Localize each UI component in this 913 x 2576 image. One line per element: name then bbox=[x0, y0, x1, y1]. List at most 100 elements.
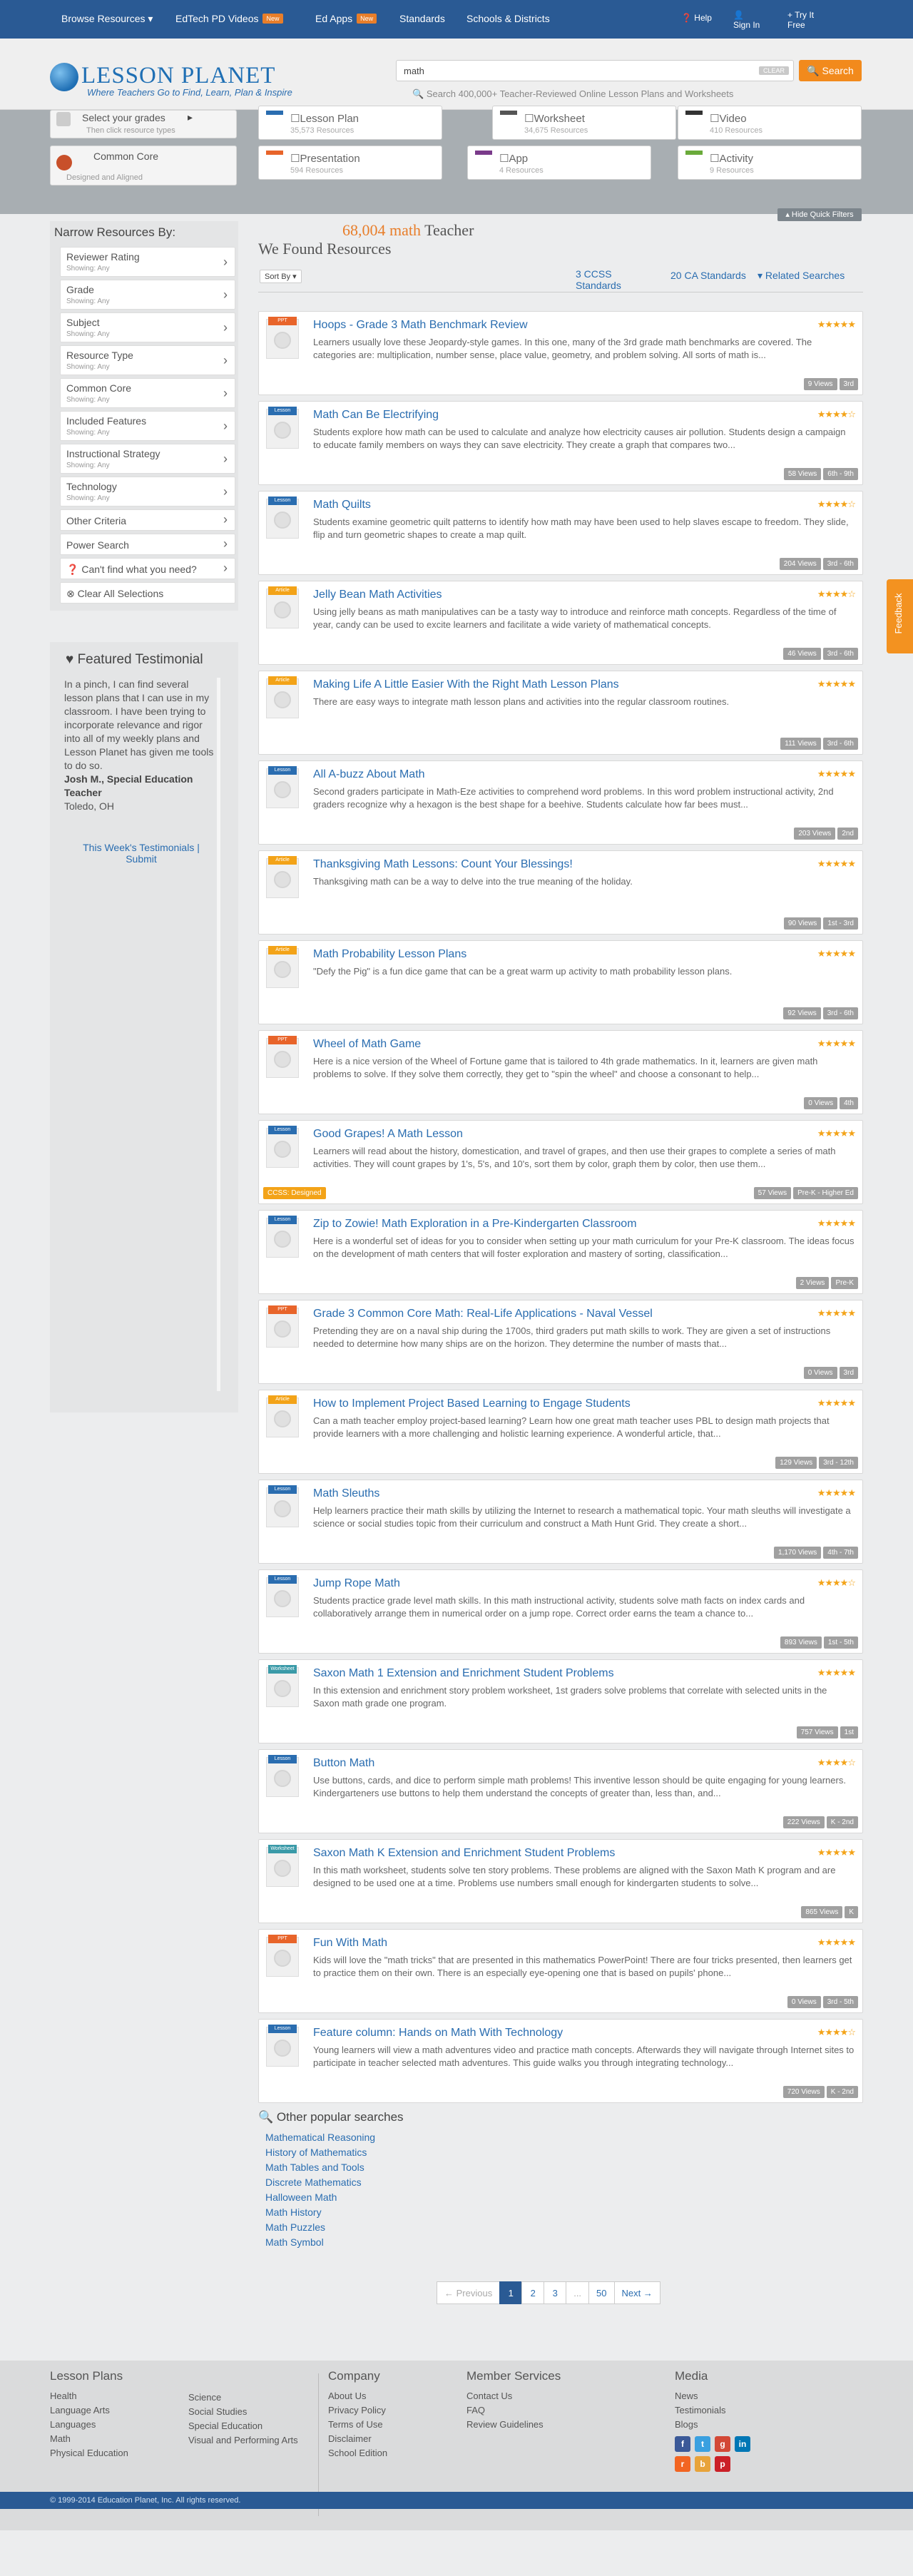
resource-thumbnail[interactable]: Article bbox=[266, 676, 299, 718]
resource-title[interactable]: Jump Rope Math bbox=[313, 1577, 400, 1590]
submit-testimonial-link[interactable]: Submit bbox=[64, 853, 218, 865]
google-plus-icon[interactable]: g bbox=[715, 2436, 730, 2452]
ed-apps-link[interactable]: Ed Apps New bbox=[315, 13, 377, 24]
footer-link[interactable]: Physical Education bbox=[50, 2446, 128, 2460]
footer-link[interactable]: Science bbox=[188, 2391, 298, 2405]
resource-thumbnail[interactable]: PPT bbox=[266, 1036, 299, 1078]
facet-resource-type[interactable]: Resource Type Showing: Any › bbox=[60, 345, 235, 375]
resource-title[interactable]: Grade 3 Common Core Math: Real-Life Appl… bbox=[313, 1308, 653, 1320]
standards-link[interactable]: Standards bbox=[399, 13, 445, 24]
page-3[interactable]: 3 bbox=[544, 2281, 567, 2304]
edtech-videos-link[interactable]: EdTech PD Videos New bbox=[175, 13, 283, 24]
result-card[interactable]: Article Thanksgiving Math Lessons: Count … bbox=[258, 850, 863, 935]
help-link[interactable]: ❓ Help bbox=[681, 13, 712, 23]
result-card[interactable]: Article How to Implement Project Based Le… bbox=[258, 1390, 863, 1474]
result-card[interactable]: Lesson Jump Rope Math ★★★★☆ Students practi… bbox=[258, 1569, 863, 1654]
prev-page-button[interactable]: ← Previous bbox=[437, 2281, 501, 2304]
weekly-testimonials-link[interactable]: This Week's Testimonials bbox=[83, 842, 194, 853]
footer-link[interactable]: Math bbox=[50, 2432, 128, 2446]
result-card[interactable]: PPT Fun With Math ★★★★★ Kids will love the … bbox=[258, 1929, 863, 2013]
footer-link[interactable]: Blogs bbox=[675, 2418, 755, 2432]
resource-thumbnail[interactable]: Worksheet bbox=[266, 1665, 299, 1707]
result-card[interactable]: Worksheet Saxon Math 1 Extension and Enri… bbox=[258, 1659, 863, 1743]
result-card[interactable]: Worksheet Saxon Math K Extension and Enri… bbox=[258, 1839, 863, 1923]
popular-link[interactable]: Math Symbol bbox=[258, 2235, 863, 2250]
result-card[interactable]: Article Jelly Bean Math Activities ★★★★☆ Us… bbox=[258, 581, 863, 665]
popular-link[interactable]: Math Tables and Tools bbox=[258, 2160, 863, 2175]
resource-title[interactable]: Math Probability Lesson Plans bbox=[313, 948, 466, 961]
power-search[interactable]: Power Search › bbox=[60, 534, 235, 555]
resource-thumbnail[interactable]: Lesson bbox=[266, 766, 299, 808]
pinterest-icon[interactable]: p bbox=[715, 2456, 730, 2472]
search-button[interactable]: 🔍 Search bbox=[799, 60, 862, 81]
resource-thumbnail[interactable]: Lesson bbox=[266, 1216, 299, 1258]
footer-link[interactable]: Privacy Policy bbox=[328, 2403, 387, 2418]
resource-thumbnail[interactable]: Article bbox=[266, 1395, 299, 1437]
footer-link[interactable]: Review Guidelines bbox=[466, 2418, 561, 2432]
schools-districts-link[interactable]: Schools & Districts bbox=[466, 13, 550, 24]
resource-thumbnail[interactable]: Lesson bbox=[266, 2025, 299, 2067]
result-card[interactable]: Article Making Life A Little Easier With … bbox=[258, 671, 863, 755]
resource-title[interactable]: Math Sleuths bbox=[313, 1487, 379, 1500]
checkbox-icon[interactable]: ☐ bbox=[710, 113, 719, 125]
footer-link[interactable]: About Us bbox=[328, 2389, 387, 2403]
resource-thumbnail[interactable]: PPT bbox=[266, 1305, 299, 1348]
checkbox-icon[interactable]: ☐ bbox=[290, 113, 300, 125]
result-card[interactable]: Lesson Math Can Be Electrifying ★★★★☆ Stude… bbox=[258, 401, 863, 485]
resource-thumbnail[interactable]: Lesson bbox=[266, 1575, 299, 1617]
resource-title[interactable]: Making Life A Little Easier With the Rig… bbox=[313, 678, 619, 691]
facet-included-features[interactable]: Included Features Showing: Any › bbox=[60, 411, 235, 441]
result-card[interactable]: Lesson Math Sleuths ★★★★★ Help learners pra… bbox=[258, 1480, 863, 1564]
resource-title[interactable]: Hoops - Grade 3 Math Benchmark Review bbox=[313, 319, 528, 332]
resource-title[interactable]: Button Math bbox=[313, 1757, 374, 1770]
footer-link[interactable]: FAQ bbox=[466, 2403, 561, 2418]
resource-title[interactable]: Good Grapes! A Math Lesson bbox=[313, 1128, 463, 1141]
resource-thumbnail[interactable]: PPT bbox=[266, 317, 299, 359]
resource-title[interactable]: Wheel of Math Game bbox=[313, 1038, 421, 1051]
feedback-tab[interactable]: Feedback bbox=[887, 579, 913, 653]
resource-thumbnail[interactable]: Lesson bbox=[266, 407, 299, 449]
checkbox-icon[interactable]: ☐ bbox=[710, 153, 719, 165]
checkbox-icon[interactable]: ☐ bbox=[499, 153, 509, 165]
result-card[interactable]: Lesson Math Quilts ★★★★☆ Students examine g… bbox=[258, 491, 863, 575]
result-card[interactable]: Lesson Zip to Zowie! Math Exploration in … bbox=[258, 1210, 863, 1294]
result-card[interactable]: Article Math Probability Lesson Plans ★★★★… bbox=[258, 940, 863, 1024]
footer-link[interactable]: School Edition bbox=[328, 2446, 387, 2460]
sign-in-link[interactable]: 👤 Sign In bbox=[733, 10, 762, 30]
checkbox-icon[interactable]: ☐ bbox=[290, 153, 300, 165]
facet-subject[interactable]: Subject Showing: Any › bbox=[60, 312, 235, 342]
next-page-button[interactable]: Next → bbox=[613, 2281, 660, 2304]
resource-thumbnail[interactable]: Lesson bbox=[266, 1126, 299, 1168]
cant-find[interactable]: ❓ Can't find what you need? › bbox=[60, 558, 235, 579]
popular-link[interactable]: Math Puzzles bbox=[258, 2220, 863, 2235]
ccss-standards-link[interactable]: 3 CCSS Standards bbox=[576, 268, 626, 291]
resource-title[interactable]: Feature column: Hands on Math With Techn… bbox=[313, 2027, 563, 2040]
twitter-icon[interactable]: t bbox=[695, 2436, 710, 2452]
result-card[interactable]: Lesson Feature column: Hands on Math With… bbox=[258, 2019, 863, 2103]
popular-link[interactable]: Mathematical Reasoning bbox=[258, 2130, 863, 2145]
facet-common-core[interactable]: Common Core Showing: Any › bbox=[60, 378, 235, 408]
popular-link[interactable]: History of Mathematics bbox=[258, 2145, 863, 2160]
result-card[interactable]: PPT Wheel of Math Game ★★★★★ Here is a nice… bbox=[258, 1030, 863, 1114]
resource-title[interactable]: All A-buzz About Math bbox=[313, 768, 425, 781]
footer-link[interactable]: Testimonials bbox=[675, 2403, 755, 2418]
resource-thumbnail[interactable]: Article bbox=[266, 586, 299, 628]
other-criteria[interactable]: Other Criteria › bbox=[60, 509, 235, 531]
type-worksheet[interactable]: ☐Worksheet 34,675 Resources bbox=[492, 106, 676, 140]
related-searches-link[interactable]: ▾ Related Searches bbox=[758, 270, 845, 281]
facet-instructional-strategy[interactable]: Instructional Strategy Showing: Any › bbox=[60, 444, 235, 474]
footer-link[interactable]: Special Education bbox=[188, 2419, 298, 2433]
clear-all-selections[interactable]: ⊗ Clear All Selections bbox=[60, 582, 235, 604]
footer-link[interactable]: Disclaimer bbox=[328, 2432, 387, 2446]
resource-title[interactable]: Math Can Be Electrifying bbox=[313, 409, 439, 422]
linkedin-icon[interactable]: in bbox=[735, 2436, 750, 2452]
type-presentation[interactable]: ☐Presentation 594 Resources bbox=[258, 146, 442, 180]
result-card[interactable]: PPT Hoops - Grade 3 Math Benchmark Review… bbox=[258, 311, 863, 395]
page-2[interactable]: 2 bbox=[521, 2281, 545, 2304]
testimonial-scrollbar[interactable] bbox=[217, 678, 220, 1391]
resource-title[interactable]: How to Implement Project Based Learning … bbox=[313, 1398, 631, 1410]
resource-title[interactable]: Fun With Math bbox=[313, 1937, 387, 1950]
resource-title[interactable]: Saxon Math 1 Extension and Enrichment St… bbox=[313, 1667, 614, 1680]
blogger-icon[interactable]: b bbox=[695, 2456, 710, 2472]
common-core-filter[interactable]: Common Core Designed and Aligned bbox=[50, 146, 237, 185]
